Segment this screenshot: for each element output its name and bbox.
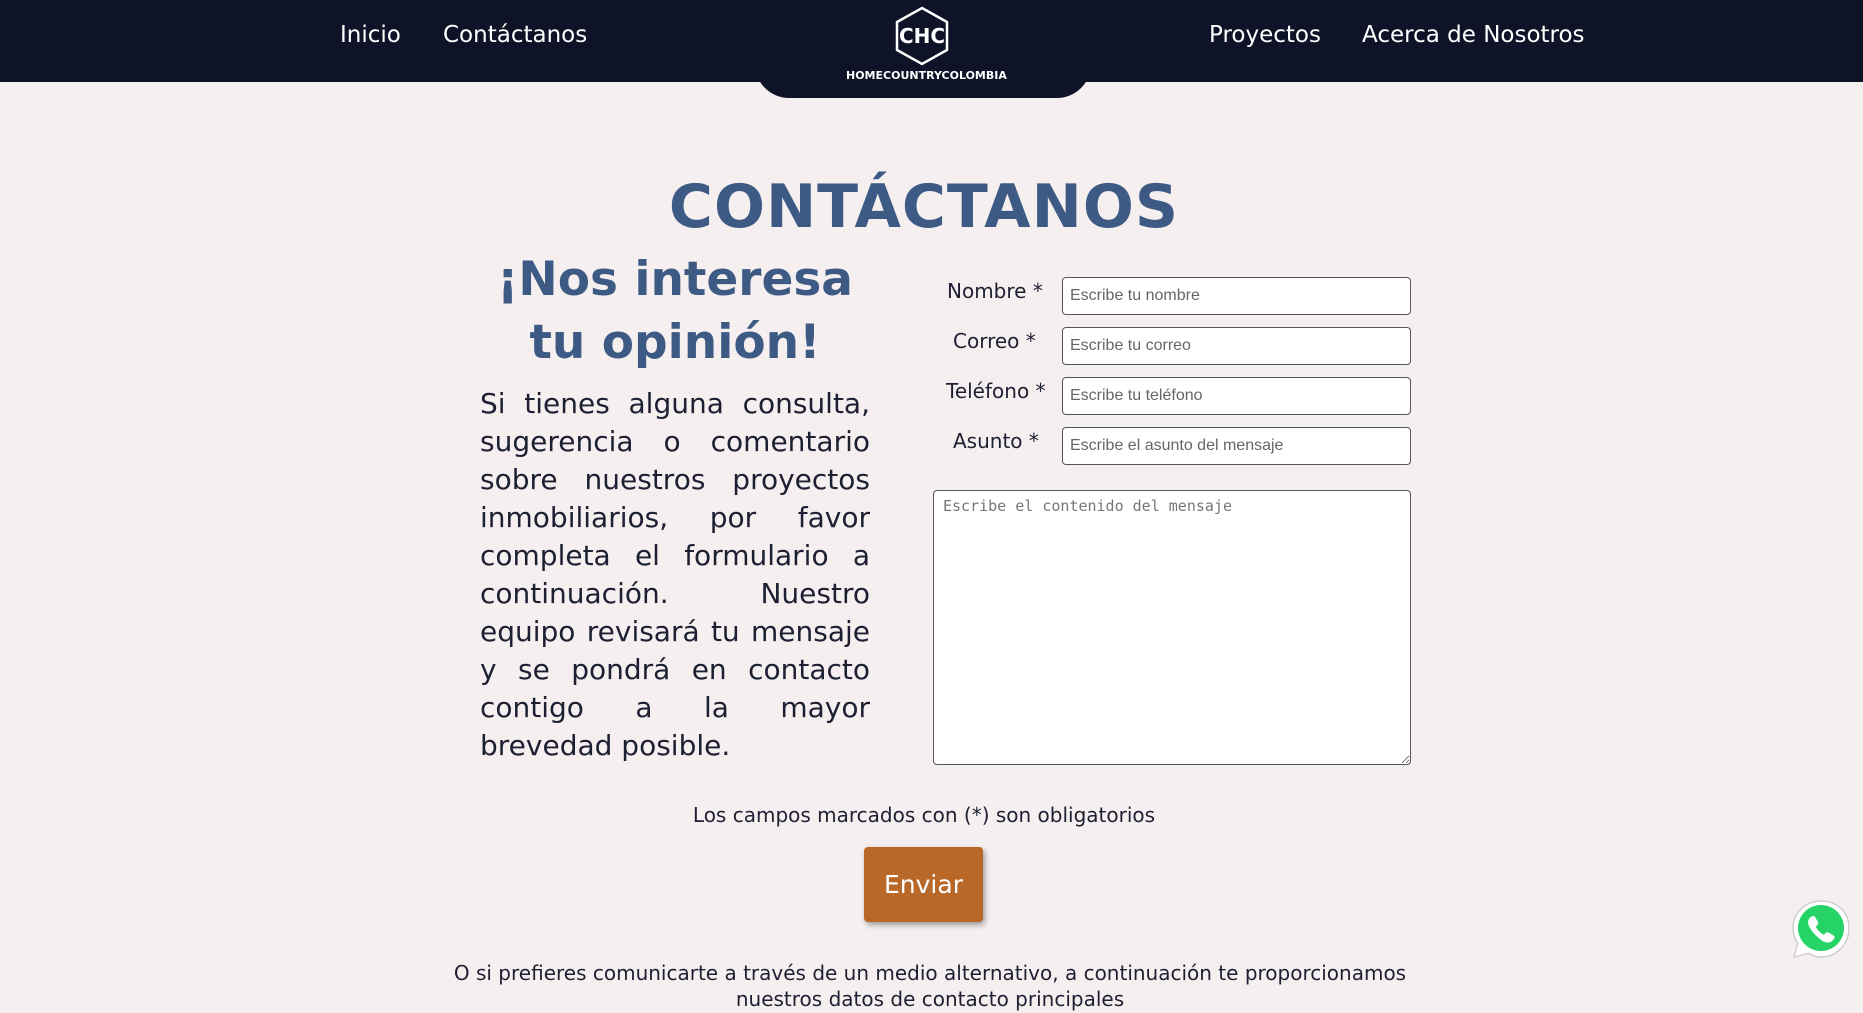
subject-label: Asunto * xyxy=(953,429,1039,453)
name-field[interactable] xyxy=(1062,277,1411,315)
submit-button[interactable]: Enviar xyxy=(864,847,983,922)
phone-field[interactable] xyxy=(1062,377,1411,415)
nav-link-acerca[interactable]: Acerca de Nosotros xyxy=(1362,22,1585,48)
message-textarea[interactable] xyxy=(933,490,1411,765)
page-title: CONTÁCTANOS xyxy=(668,172,1180,242)
nav-link-contactanos[interactable]: Contáctanos xyxy=(443,22,587,48)
whatsapp-button[interactable] xyxy=(1789,897,1853,961)
alt-contact-text: O si prefieres comunicarte a través de u… xyxy=(453,961,1407,1011)
subject-field[interactable] xyxy=(1062,427,1411,465)
required-fields-note: Los campos marcados con (*) son obligato… xyxy=(692,803,1156,827)
svg-text:CHC: CHC xyxy=(899,24,945,48)
whatsapp-icon xyxy=(1792,900,1850,959)
intro-paragraph: Si tienes alguna consulta, sugerencia o … xyxy=(480,387,870,762)
phone-label: Teléfono * xyxy=(946,379,1046,403)
email-label: Correo * xyxy=(953,329,1036,353)
logo-text: HOMECOUNTRYCOLOMBIA xyxy=(846,69,1007,82)
email-field[interactable] xyxy=(1062,327,1411,365)
site-logo[interactable]: CHC HOMECOUNTRYCOLOMBIA xyxy=(846,5,1007,85)
name-label: Nombre * xyxy=(947,279,1043,303)
nav-link-inicio[interactable]: Inicio xyxy=(340,22,401,48)
section-subtitle: ¡Nos interesa tu opinión! xyxy=(496,252,854,370)
nav-link-proyectos[interactable]: Proyectos xyxy=(1209,22,1321,48)
hexagon-chc-logo-icon: CHC xyxy=(895,6,949,66)
